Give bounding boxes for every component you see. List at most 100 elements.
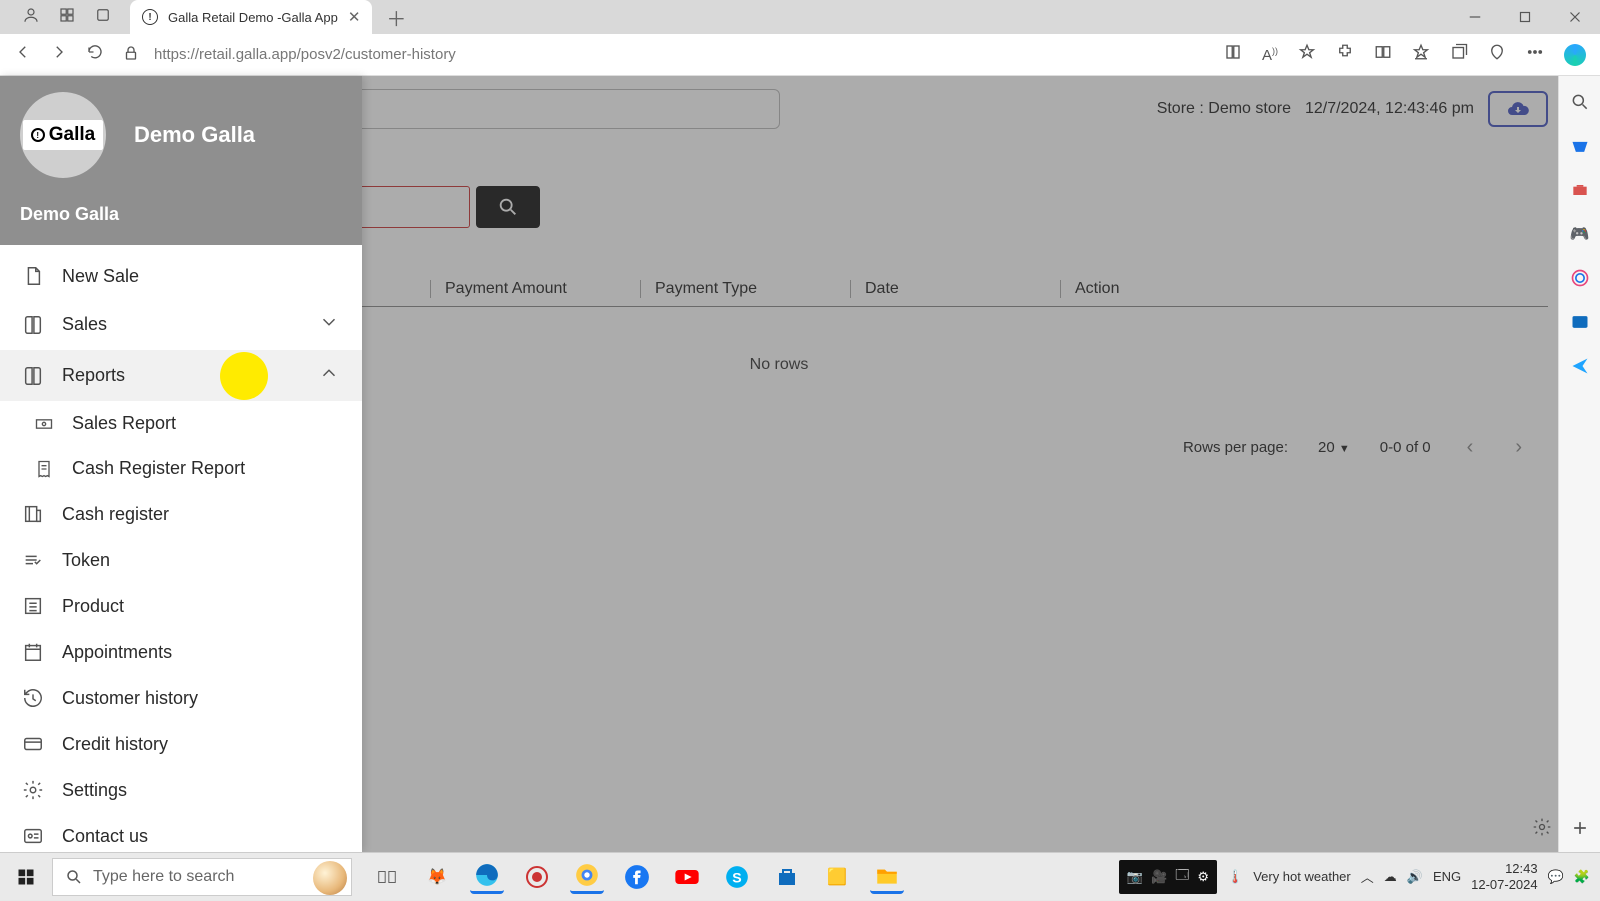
browser-essentials-icon[interactable] (1488, 43, 1506, 66)
tab-favicon-icon: ! (142, 9, 158, 25)
sidebar-item-customer-history[interactable]: Customer history (0, 675, 362, 721)
onedrive-icon[interactable]: ☁ (1384, 869, 1397, 885)
split-screen-icon[interactable] (1374, 43, 1392, 66)
tray-media-controls[interactable]: 📷 🎥 🗔 ⚙ (1119, 860, 1217, 894)
sidebar-item-sales[interactable]: Sales (0, 299, 362, 350)
tray-date: 12-07-2024 (1471, 877, 1538, 893)
sidebar-item-contact-us[interactable]: Contact us (0, 813, 362, 852)
rail-add-button[interactable] (1570, 818, 1590, 838)
workspaces-icon[interactable] (58, 6, 76, 29)
sidebar-item-appointments[interactable]: Appointments (0, 629, 362, 675)
taskbar-app-record[interactable] (520, 860, 554, 894)
sidebar-item-label: New Sale (62, 266, 139, 287)
rail-search-icon[interactable] (1570, 92, 1590, 112)
tab-title: Galla Retail Demo -Galla App (168, 10, 338, 25)
profile-icon[interactable] (22, 6, 40, 29)
lock-icon (122, 44, 140, 66)
sidebar-item-product[interactable]: Product (0, 583, 362, 629)
nav-forward-button[interactable] (50, 43, 68, 66)
history-icon (22, 687, 44, 709)
sidebar-item-label: Product (62, 596, 124, 617)
window-maximize-button[interactable] (1500, 0, 1550, 34)
sidebar-item-label: Credit history (62, 734, 168, 755)
window-icon: 🗔 (1175, 866, 1189, 888)
tab-actions-icon[interactable] (94, 6, 112, 29)
browser-tab[interactable]: ! Galla Retail Demo -Galla App ✕ (130, 0, 372, 34)
list-icon (22, 595, 44, 617)
token-icon (22, 549, 44, 571)
tab-close-icon[interactable]: ✕ (348, 8, 361, 26)
rail-office-icon[interactable] (1570, 268, 1590, 288)
tray-clock[interactable]: 12:43 12-07-2024 (1471, 861, 1538, 892)
nav-refresh-button[interactable] (86, 43, 104, 66)
window-close-button[interactable] (1550, 0, 1600, 34)
search-icon (65, 868, 83, 886)
screenshot-icon: 📷 (1127, 869, 1143, 885)
svg-text:S: S (732, 869, 741, 885)
edge-sidebar: 🎮 (1558, 76, 1600, 852)
favorite-icon[interactable] (1298, 43, 1316, 66)
sidebar-item-label: Cash Register Report (72, 458, 245, 479)
contact-icon (22, 825, 44, 847)
taskbar-app-youtube[interactable] (670, 860, 704, 894)
sidebar-item-credit-history[interactable]: Credit history (0, 721, 362, 767)
task-view-button[interactable] (370, 860, 404, 894)
new-tab-button[interactable]: ＋ (386, 3, 406, 32)
rail-outlook-icon[interactable] (1570, 312, 1590, 332)
weather-icon[interactable]: 🌡️ (1227, 869, 1243, 885)
sidebar-item-token[interactable]: Token (0, 537, 362, 583)
taskbar-app-edge[interactable] (470, 860, 504, 894)
calendar-icon (22, 641, 44, 663)
url-field[interactable]: https://retail.galla.app/posv2/customer-… (122, 44, 1206, 66)
chevron-down-icon (318, 311, 340, 338)
taskbar-app-facebook[interactable] (620, 860, 654, 894)
sidebar-item-cash-register[interactable]: Cash register (0, 491, 362, 537)
tray-chevron-icon[interactable]: ︿ (1361, 867, 1374, 886)
taskbar-app-skype[interactable]: S (720, 860, 754, 894)
favorites-bar-icon[interactable] (1412, 43, 1430, 66)
taskbar-app-store[interactable] (770, 860, 804, 894)
taskbar-app-explorer[interactable] (870, 860, 904, 894)
windows-taskbar: Type here to search 🦊 S 🟨 📷 🎥 🗔 ⚙ 🌡️ Ver… (0, 852, 1600, 900)
taskbar-app-chrome[interactable] (570, 860, 604, 894)
copilot-icon[interactable] (1564, 44, 1586, 66)
sidebar-item-label: Settings (62, 780, 127, 801)
document-icon (22, 265, 44, 287)
collections-icon[interactable] (1450, 43, 1468, 66)
rail-shopping-icon[interactable] (1570, 136, 1590, 156)
taskbar-app-misc1[interactable]: 🟨 (820, 860, 854, 894)
start-button[interactable] (0, 853, 52, 901)
sidebar-item-new-sale[interactable]: New Sale (0, 253, 362, 299)
taskbar-search-input[interactable]: Type here to search (52, 858, 352, 896)
weather-text[interactable]: Very hot weather (1253, 869, 1351, 884)
sidebar-item-label: Sales (62, 314, 107, 335)
tray-app-icon[interactable]: 🧩 (1574, 869, 1590, 885)
tray-time: 12:43 (1471, 861, 1538, 877)
sidebar-item-cash-register-report[interactable]: Cash Register Report (0, 446, 362, 491)
nav-back-button[interactable] (14, 43, 32, 66)
book-icon (22, 314, 44, 336)
read-aloud-icon[interactable]: A)) (1262, 46, 1278, 64)
browser-titlebar: ! Galla Retail Demo -Galla App ✕ ＋ (0, 0, 1600, 34)
sidebar-user-name: Demo Galla (134, 122, 255, 148)
book-icon (22, 365, 44, 387)
url-text: https://retail.galla.app/posv2/customer-… (154, 46, 456, 63)
volume-icon[interactable]: 🔊 (1407, 869, 1423, 885)
more-menu-icon[interactable] (1526, 43, 1544, 66)
extensions-icon[interactable] (1336, 43, 1354, 66)
sidebar-item-settings[interactable]: Settings (0, 767, 362, 813)
gear-icon (22, 779, 44, 801)
sidebar-item-label: Cash register (62, 504, 169, 525)
sidebar-item-label: Reports (62, 365, 125, 386)
sidebar-item-sales-report[interactable]: Sales Report (0, 401, 362, 446)
sidebar-item-reports[interactable]: Reports (0, 350, 362, 401)
app-available-icon[interactable] (1224, 43, 1242, 66)
window-minimize-button[interactable] (1450, 0, 1500, 34)
rail-tools-icon[interactable] (1570, 180, 1590, 200)
sidebar-item-label: Appointments (62, 642, 172, 663)
action-center-icon[interactable]: 💬 (1548, 869, 1564, 885)
language-indicator[interactable]: ENG (1433, 869, 1461, 884)
rail-send-icon[interactable] (1570, 356, 1590, 376)
taskbar-app-firefox[interactable]: 🦊 (420, 860, 454, 894)
rail-games-icon[interactable]: 🎮 (1570, 224, 1590, 244)
